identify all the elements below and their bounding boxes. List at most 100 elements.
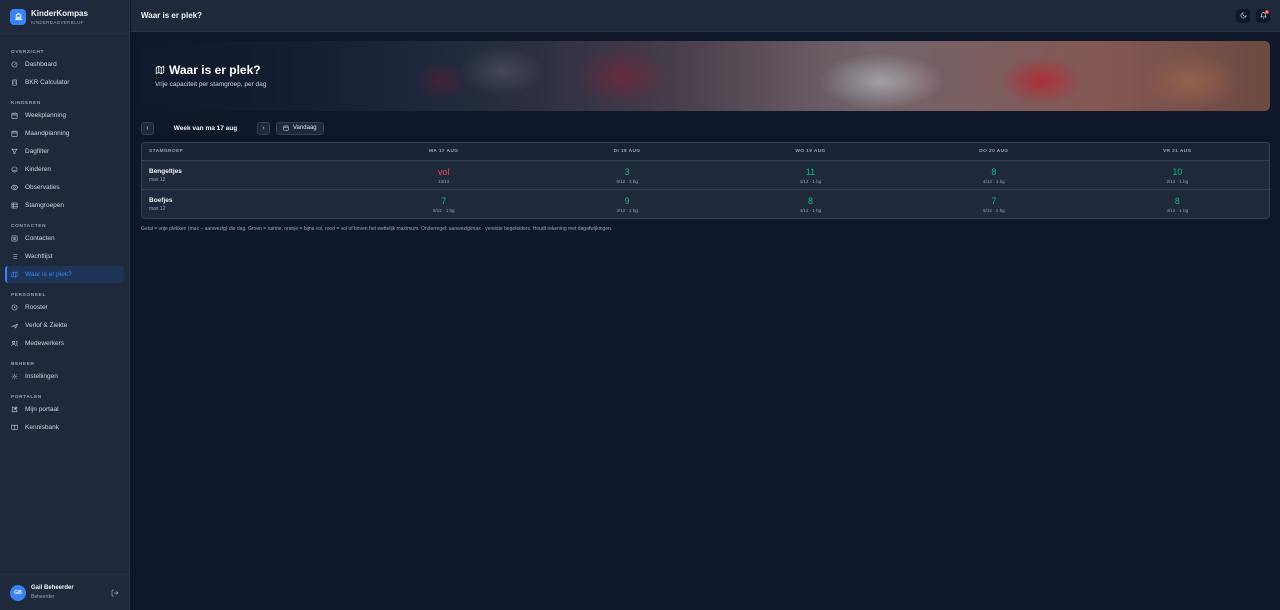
book-icon — [11, 424, 18, 431]
occupancy-detail: 2/12 · 1 bg — [1166, 178, 1189, 184]
sidebar-item-waar-is-er-plek[interactable]: Waar is er plek? — [5, 266, 124, 283]
nav-section-overzicht: OVERZICHT — [11, 50, 45, 55]
calendar-icon — [11, 130, 18, 137]
free-places-value: 8 — [808, 195, 814, 206]
capacity-cell[interactable]: 7 5/12 · 1 bg — [352, 190, 535, 218]
avatar[interactable]: GB — [10, 584, 26, 601]
sidebar-item-label: Dagfilter — [25, 148, 50, 155]
free-places-value: 7 — [991, 195, 997, 206]
sidebar-item-weekplanning[interactable]: Weekplanning — [5, 107, 124, 124]
calendar-icon — [11, 112, 18, 119]
occupancy-detail: 9/12 · 2 bg — [616, 178, 638, 184]
brand-name: KinderKompas — [31, 8, 88, 18]
grid-icon — [11, 202, 18, 209]
sidebar-item-kennisbank[interactable]: Kennisbank — [5, 419, 124, 436]
capacity-cell[interactable]: 3 9/12 · 2 bg — [535, 161, 718, 189]
today-label: Vandaag — [293, 125, 317, 131]
logout-icon[interactable] — [111, 589, 119, 597]
occupancy-detail: 13/12 — [438, 178, 450, 184]
capacity-cell[interactable]: 7 5/12 · 2 bg — [902, 190, 1085, 218]
sidebar-item-label: Mijn portaal — [25, 406, 59, 413]
free-places-value: 3 — [624, 166, 630, 177]
sidebar-item-mijn-portaal[interactable]: Mijn portaal — [5, 401, 124, 418]
next-week-button[interactable]: › — [257, 121, 270, 135]
occupancy-detail: 5/12 · 2 bg — [983, 207, 1005, 213]
capacity-cell[interactable]: 9 3/12 · 1 bg — [535, 190, 718, 218]
capacity-table: STAMGROEP MA 17 AUG DI 18 AUG WO 19 AUG DO 2… — [141, 142, 1270, 219]
free-places-value: vol — [437, 166, 450, 177]
sidebar-item-dagfilter[interactable]: Dagfilter — [5, 143, 124, 160]
hero-subtitle: Vrije capaciteit per stamgroep, per dag — [155, 81, 267, 88]
sidebar-item-kinderen[interactable]: Kinderen — [5, 161, 124, 178]
sidebar-item-label: Maandplanning — [25, 130, 70, 137]
sidebar-item-medewerkers[interactable]: Medewerkers — [5, 335, 124, 352]
clock-icon — [11, 304, 18, 311]
sidebar-item-stamgroepen[interactable]: Stamgroepen — [5, 197, 124, 214]
brand-logo-icon — [10, 8, 26, 25]
dashboard-icon — [11, 61, 18, 68]
sidebar-item-rooster[interactable]: Rooster — [5, 299, 124, 316]
theme-toggle-button[interactable] — [1236, 8, 1250, 23]
hero-banner: Waar is er plek? Vrije capaciteit per st… — [141, 41, 1270, 111]
free-places-value: 8 — [1174, 195, 1180, 206]
prev-week-button[interactable]: ‹ — [141, 121, 154, 135]
free-places-value: 9 — [624, 195, 630, 206]
legend-text: Getal = vrije plekken (max − aanwezig) d… — [141, 226, 613, 232]
sidebar-item-label: Stamgroepen — [25, 202, 65, 209]
sidebar-item-contacten[interactable]: Contacten — [5, 230, 124, 247]
brand-subtitle: KINDERDAGVERBLIJF — [31, 19, 84, 25]
notifications-button[interactable]: 3 — [1256, 8, 1270, 23]
sidebar-item-label: Kinderen — [25, 166, 52, 173]
sidebar-item-label: Waar is er plek? — [25, 271, 72, 278]
free-places-value: 8 — [991, 166, 997, 177]
occupancy-detail: 1/12 · 1 bg — [799, 178, 822, 184]
topbar: Waar is er plek? 3 — [131, 0, 1280, 32]
sidebar-item-wachtlijst[interactable]: Wachtlijst — [5, 248, 124, 265]
map-icon — [155, 65, 165, 75]
occupancy-detail: 4/12 · 1 bg — [799, 207, 822, 213]
calculator-icon — [12, 79, 17, 86]
free-places-value: 7 — [441, 195, 447, 206]
table-header-row: STAMGROEP MA 17 AUG DI 18 AUG WO 19 AUG DO 2… — [142, 143, 1269, 160]
sidebar-item-label: Observaties — [25, 184, 60, 191]
sidebar-item-dashboard[interactable]: Dashboard — [5, 56, 124, 73]
capacity-cell[interactable]: vol 13/12 — [352, 161, 535, 189]
user-role: Beheerder — [31, 594, 55, 600]
sidebar-item-observaties[interactable]: Observaties — [5, 179, 124, 196]
occupancy-detail: 4/12 · 1 bg — [1166, 207, 1189, 213]
capacity-cell[interactable]: 8 4/12 · 1 bg — [1086, 190, 1269, 218]
sidebar-item-label: Weekplanning — [25, 112, 67, 119]
nav-section-kinderen: KINDEREN — [11, 101, 41, 106]
free-places-value: 10 — [1172, 166, 1183, 177]
hero-title: Waar is er plek? — [155, 63, 266, 77]
list-icon — [11, 254, 18, 259]
brand[interactable]: KinderKompas KINDERDAGVERBLIJF — [0, 0, 129, 34]
sidebar-item-verlof-ziekte[interactable]: Verlof & Ziekte — [5, 317, 124, 334]
plane-icon — [11, 323, 18, 329]
smile-icon — [11, 166, 18, 173]
occupancy-detail: 4/12 · 1 bg — [983, 178, 1005, 184]
sidebar-item-bkr-calculator[interactable]: BKR Calculator — [5, 74, 124, 91]
sidebar-item-instellingen[interactable]: Instellingen — [5, 368, 124, 385]
group-name: Boefjes — [149, 196, 173, 204]
sidebar: KinderKompas KINDERDAGVERBLIJF OVERZICHT… — [0, 0, 130, 610]
nav-section-beheer: BEHEER — [11, 362, 35, 367]
nav-section-contacten: CONTACTEN — [11, 224, 47, 229]
column-header-day: VR 21 AUG — [1162, 149, 1192, 154]
main-content: Waar is er plek? Vrije capaciteit per st… — [131, 33, 1280, 610]
capacity-cell[interactable]: 10 2/12 · 1 bg — [1086, 161, 1269, 189]
column-header-stamgroep: STAMGROEP — [149, 149, 184, 154]
sidebar-item-label: Kennisbank — [25, 424, 59, 431]
user-name: Gail Beheerder — [31, 585, 74, 591]
group-max: max 12 — [149, 205, 166, 212]
today-button[interactable]: Vandaag — [276, 121, 324, 135]
calendar-icon — [283, 125, 289, 131]
sidebar-item-maandplanning[interactable]: Maandplanning — [5, 125, 124, 142]
filter-icon — [11, 148, 18, 155]
capacity-cell[interactable]: 11 1/12 · 1 bg — [719, 161, 902, 189]
column-header-day: DI 18 AUG — [613, 149, 641, 154]
capacity-cell[interactable]: 8 4/12 · 1 bg — [902, 161, 1085, 189]
column-header-day: MA 17 AUG — [429, 149, 459, 154]
notification-badge: 3 — [1265, 9, 1269, 14]
capacity-cell[interactable]: 8 4/12 · 1 bg — [719, 190, 902, 218]
